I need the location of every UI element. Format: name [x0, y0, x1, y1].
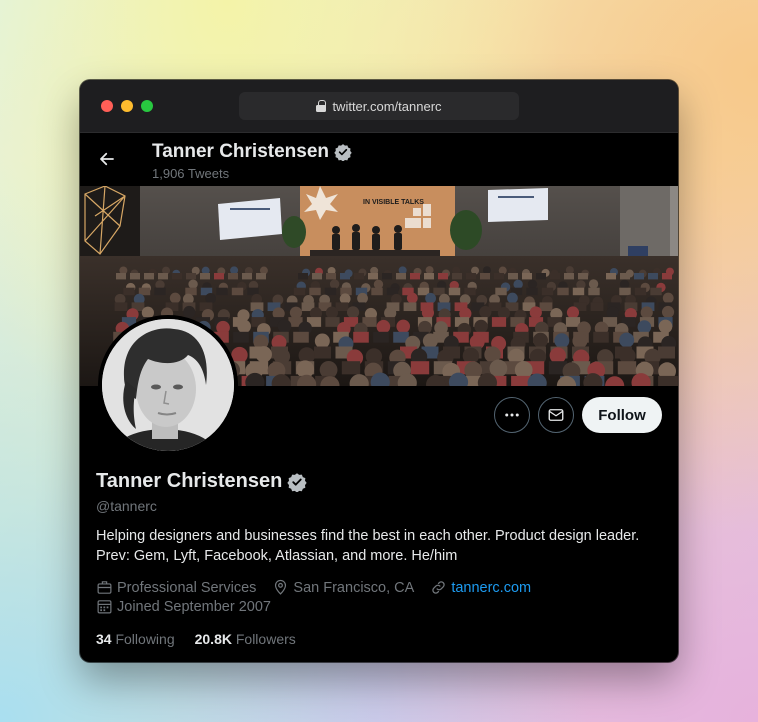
following-count: 34 [96, 631, 112, 647]
envelope-icon [548, 409, 564, 421]
close-window-button[interactable] [101, 100, 113, 112]
profile-bio: Helping designers and businesses find th… [96, 528, 640, 564]
follow-stats: 34 Following 20.8K Followers [96, 631, 296, 647]
profile-joined-date: Joined September 2007 [117, 598, 271, 615]
arrow-left-icon [100, 152, 114, 166]
verified-badge-icon [334, 144, 352, 161]
lock-icon [316, 100, 327, 112]
header-name: Tanner Christensen [152, 141, 352, 163]
follow-button[interactable]: Follow [582, 397, 662, 433]
following-link[interactable]: 34 Following [96, 631, 175, 647]
verified-badge-icon [287, 472, 308, 492]
browser-titlebar: twitter.com/tannerc [80, 80, 678, 133]
profile-joined-row: Joined September 2007 [96, 598, 271, 615]
briefcase-icon [96, 579, 113, 596]
followers-link[interactable]: 20.8K Followers [195, 631, 296, 647]
followers-count: 20.8K [194, 631, 232, 647]
profile-header: Tanner Christensen 1,906 Tweets [80, 134, 678, 186]
more-horizontal-icon [505, 413, 519, 417]
profile-location: San Francisco, CA [293, 579, 415, 596]
link-icon [430, 579, 447, 596]
location-pin-icon [272, 579, 289, 596]
address-bar[interactable]: twitter.com/tannerc [239, 92, 519, 120]
message-button[interactable] [538, 397, 574, 433]
profile-category: Professional Services [117, 579, 257, 596]
profile-website-link[interactable]: tannerc.com [451, 580, 531, 596]
profile-handle: @tannerc [96, 498, 157, 514]
avatar-photo [102, 319, 234, 451]
tweet-count: 1,906 Tweets [152, 166, 230, 181]
following-label: Following [115, 631, 175, 647]
url-text: twitter.com/tannerc [332, 98, 442, 114]
profile-meta-row: Professional Services San Francisco, CA … [96, 579, 531, 596]
followers-label: Followers [235, 631, 296, 647]
maximize-window-button[interactable] [141, 100, 153, 112]
more-options-button[interactable] [494, 397, 530, 433]
stage-sign: IN VISIBLE TALKS [363, 199, 424, 206]
back-button[interactable] [94, 146, 120, 172]
calendar-icon [96, 598, 113, 615]
profile-name: Tanner Christensen [96, 470, 308, 493]
browser-window: twitter.com/tannerc Tanner Christensen 1… [80, 80, 678, 662]
profile-avatar[interactable] [98, 315, 238, 455]
minimize-window-button[interactable] [121, 100, 133, 112]
